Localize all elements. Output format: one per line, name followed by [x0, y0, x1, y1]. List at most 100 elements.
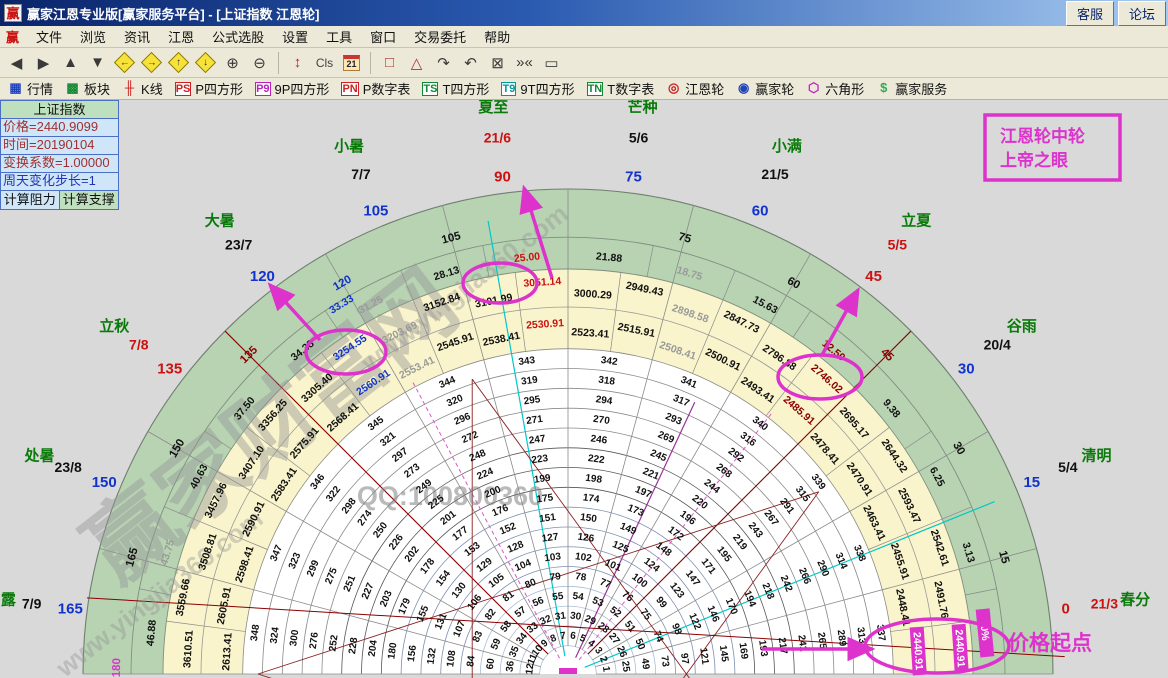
svg-text:20/4: 20/4	[984, 337, 1011, 353]
svg-text:3610.51: 3610.51	[181, 630, 195, 669]
menu-item-浏览[interactable]: 浏览	[71, 25, 115, 48]
menu-item-设置[interactable]: 设置	[273, 25, 317, 48]
menu-item-江恩[interactable]: 江恩	[159, 25, 203, 48]
svg-text:12: 12	[524, 662, 536, 675]
menu-item-窗口[interactable]: 窗口	[361, 25, 405, 48]
module-button-9t-square[interactable]: T99T四方形	[497, 78, 581, 99]
back-arrow-icon[interactable]: ◀	[4, 51, 29, 75]
svg-text:145: 145	[717, 645, 730, 663]
updown-scale-icon[interactable]: ↕	[285, 51, 310, 75]
module-label: 9P四方形	[275, 79, 330, 98]
panel-field-1[interactable]: 时间=20190104	[0, 137, 119, 155]
svg-text:春分: 春分	[1120, 591, 1150, 609]
module-button-winner-service[interactable]: $赢家服务	[872, 78, 954, 99]
panel-field-3[interactable]: 周天变化步长=1	[0, 173, 119, 191]
svg-text:2530.91: 2530.91	[526, 317, 565, 331]
svg-text:198: 198	[585, 473, 603, 486]
svg-text:108: 108	[445, 649, 458, 667]
calendar-icon[interactable]: 21	[339, 51, 364, 75]
calc-resistance-button[interactable]: 计算阻力	[0, 191, 60, 210]
svg-text:小暑: 小暑	[334, 137, 364, 155]
svg-text:103: 103	[544, 551, 562, 564]
svg-text:174: 174	[582, 492, 600, 505]
svg-text:处暑: 处暑	[24, 446, 55, 464]
customer-service-button[interactable]: 客服	[1066, 1, 1114, 26]
svg-text:79: 79	[549, 571, 562, 583]
panel-field-2[interactable]: 变换系数=1.00000	[0, 155, 119, 173]
module-button-gann-wheel[interactable]: ◎江恩轮	[662, 78, 731, 99]
svg-text:36: 36	[505, 660, 517, 673]
module-button-winner-wheel[interactable]: ◉赢家轮	[732, 78, 801, 99]
sectors-icon: ▩	[65, 82, 80, 96]
module-button-9p-square[interactable]: P9 9P四方形	[251, 78, 336, 99]
menu-item-资讯[interactable]: 资讯	[115, 25, 159, 48]
module-button-quotes[interactable]: ▦行情	[4, 78, 60, 99]
module-label: K线	[141, 79, 163, 98]
svg-text:江恩轮中轮: 江恩轮中轮	[1000, 126, 1085, 146]
center-focus-icon[interactable]: »«	[512, 51, 537, 75]
rotate-cw-icon[interactable]: ↷	[431, 51, 456, 75]
svg-text:23/8: 23/8	[55, 459, 82, 475]
svg-text:169: 169	[737, 642, 750, 660]
svg-text:5/4: 5/4	[1058, 459, 1078, 475]
svg-text:127: 127	[541, 532, 559, 545]
forum-button[interactable]: 论坛	[1118, 1, 1166, 26]
module-button-hexagon[interactable]: ⬡六角形	[802, 78, 871, 99]
triangle-tool-icon[interactable]: △	[404, 51, 429, 75]
forward-arrow-icon[interactable]: ▶	[31, 51, 56, 75]
svg-text:343: 343	[518, 355, 536, 368]
svg-text:175: 175	[536, 492, 554, 505]
quotes-icon: ▦	[8, 82, 23, 96]
module-button-t-square[interactable]: TST四方形	[418, 78, 496, 99]
svg-text:150: 150	[92, 474, 117, 491]
svg-text:132: 132	[426, 647, 439, 665]
svg-text:318: 318	[598, 375, 616, 388]
menu-logo-icon: 赢	[6, 27, 19, 46]
rotate-ccw-icon[interactable]: ↶	[458, 51, 483, 75]
pan-down-icon[interactable]: ↓	[193, 51, 218, 75]
svg-text:55: 55	[552, 591, 565, 603]
pointer-down-icon[interactable]: ▼	[85, 51, 110, 75]
svg-text:180: 180	[111, 658, 123, 677]
svg-text:75: 75	[625, 169, 642, 186]
boxed-x-icon[interactable]: ⊠	[485, 51, 510, 75]
zoom-out-icon[interactable]: ⊖	[247, 51, 272, 75]
panel-field-0[interactable]: 价格=2440.9099	[0, 119, 119, 137]
cls-button[interactable]: Cls	[312, 51, 337, 75]
svg-text:60: 60	[485, 657, 497, 670]
module-button-p-square[interactable]: PSP四方形	[171, 78, 250, 99]
svg-text:324: 324	[269, 626, 282, 644]
gann-wheel-svg: 赢家财富网www.yingjia360.comwww.yingjia360.co…	[0, 100, 1168, 678]
9p-square-icon: P9	[255, 82, 270, 96]
square-tool-icon[interactable]: □	[377, 51, 402, 75]
module-label: P四方形	[195, 79, 243, 98]
module-button-kline[interactable]: ╫K线	[118, 78, 170, 99]
t-square-icon: TS	[422, 82, 438, 96]
svg-text:217: 217	[776, 637, 789, 655]
module-button-sectors[interactable]: ▩板块	[61, 78, 117, 99]
pointer-up-icon[interactable]: ▲	[58, 51, 83, 75]
menu-item-交易委托[interactable]: 交易委托	[405, 25, 475, 48]
module-button-t-table[interactable]: TNT数字表	[583, 78, 662, 99]
menu-item-帮助[interactable]: 帮助	[475, 25, 519, 48]
module-label: 赢家服务	[895, 79, 947, 98]
module-button-p-table[interactable]: PNP数字表	[337, 78, 417, 99]
svg-text:156: 156	[406, 644, 419, 662]
svg-text:25.00: 25.00	[513, 250, 540, 265]
menu-item-工具[interactable]: 工具	[317, 25, 361, 48]
calc-support-button[interactable]: 计算支撑	[60, 191, 120, 210]
svg-text:294: 294	[595, 394, 613, 407]
pan-right-icon[interactable]: →	[139, 51, 164, 75]
svg-text:270: 270	[592, 414, 610, 427]
pan-left-icon[interactable]: ←	[112, 51, 137, 75]
svg-text:246: 246	[590, 433, 608, 446]
svg-text:271: 271	[526, 414, 544, 427]
svg-text:135: 135	[157, 361, 182, 378]
zoom-in-icon[interactable]: ⊕	[220, 51, 245, 75]
screen-icon[interactable]: ▭	[539, 51, 564, 75]
svg-text:30: 30	[569, 611, 582, 623]
menu-item-公式选股[interactable]: 公式选股	[203, 25, 273, 48]
menu-item-文件[interactable]: 文件	[27, 25, 71, 48]
pan-up-icon[interactable]: ↑	[166, 51, 191, 75]
svg-text:QQ:100800360: QQ:100800360	[357, 481, 543, 511]
